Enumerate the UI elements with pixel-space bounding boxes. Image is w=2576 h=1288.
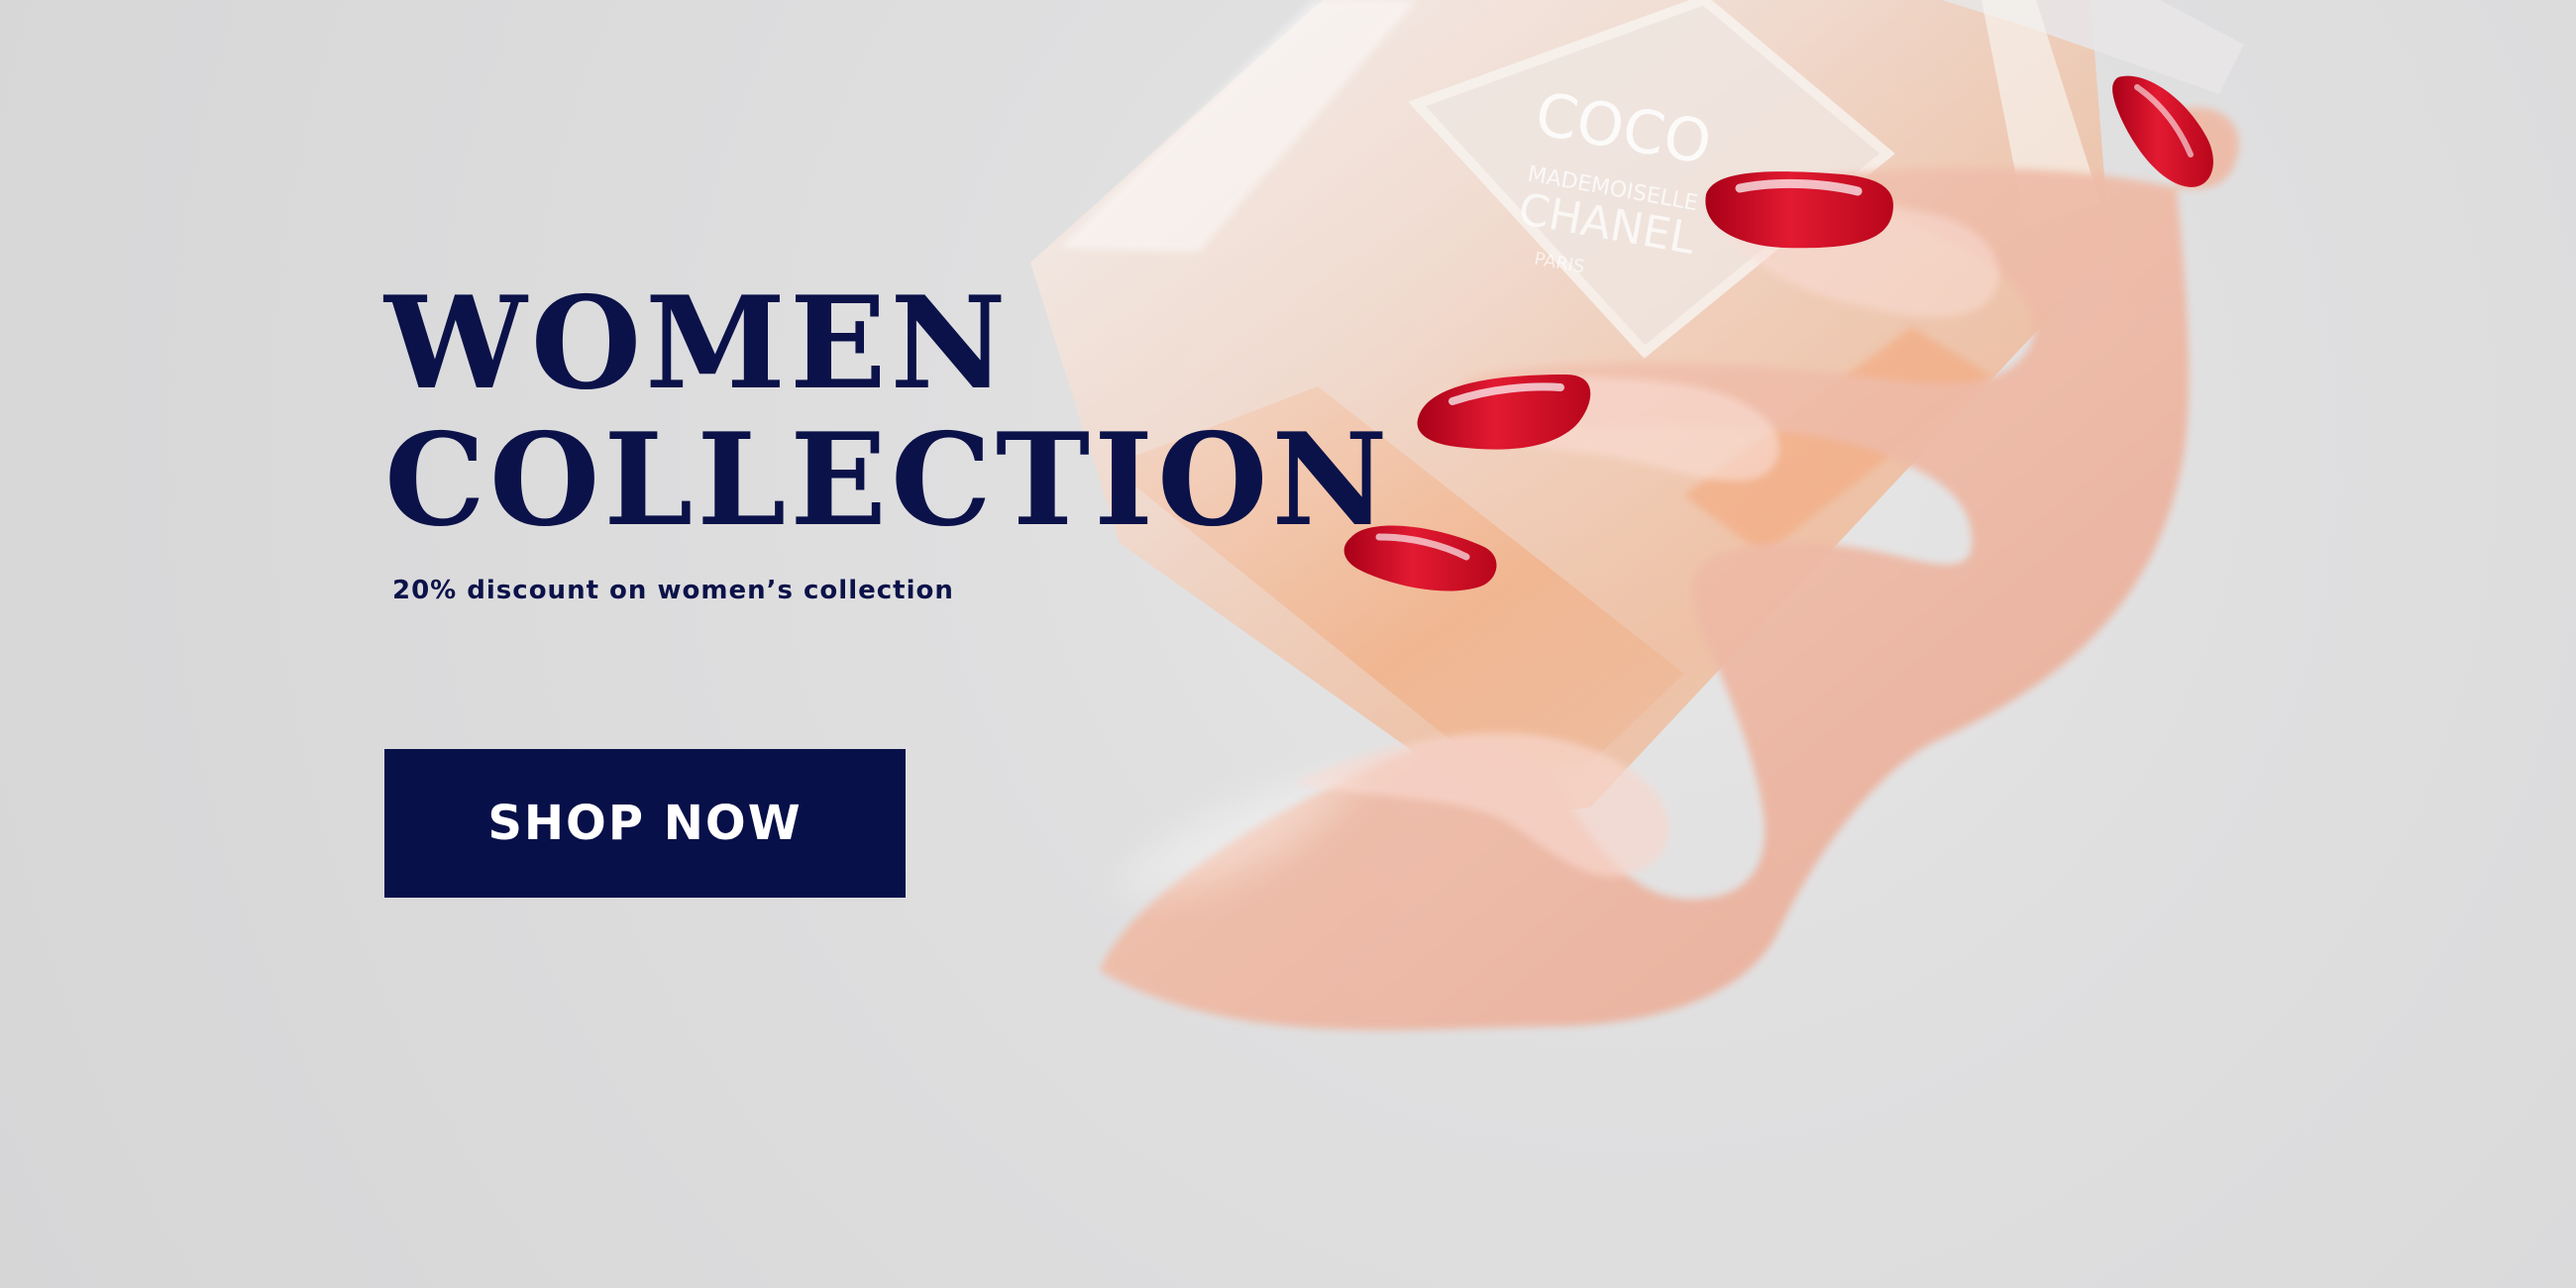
shop-now-button[interactable]: SHOP NOW <box>384 749 906 898</box>
headline-line-women: WOMEN <box>384 269 1011 418</box>
headline-line-collection: COLLECTION <box>384 406 1392 555</box>
perfume-bottle-hand-image: COCO MADEMOISELLE CHANEL PARIS <box>1030 0 2244 1030</box>
promo-banner: COCO MADEMOISELLE CHANEL PARIS WOMEN COL… <box>0 0 2576 1288</box>
discount-subtitle: 20% discount on women’s collection <box>392 576 954 605</box>
collection-headline: WOMEN COLLECTION <box>384 275 1391 549</box>
